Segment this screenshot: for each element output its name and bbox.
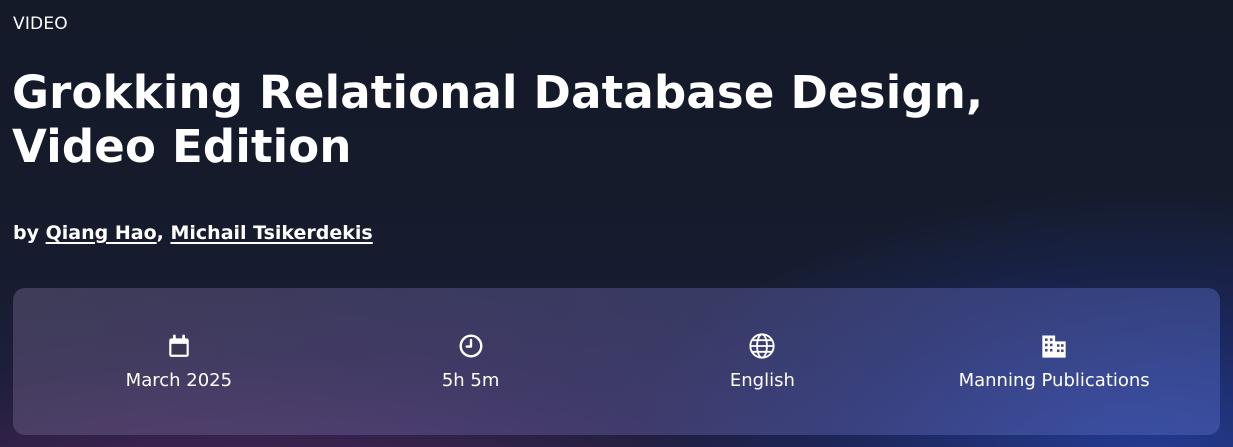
- author-separator: ,: [156, 222, 164, 244]
- meta-duration-label: 5h 5m: [441, 370, 500, 391]
- meta-item-language: English: [632, 332, 892, 391]
- globe-icon: [748, 332, 776, 360]
- meta-item-date: March 2025: [49, 332, 309, 391]
- page-title: Grokking Relational Database Design, Vid…: [12, 66, 984, 173]
- author-link-michail-tsikerdekis[interactable]: Michail Tsikerdekis: [170, 222, 372, 244]
- calendar-icon: [165, 332, 193, 360]
- building-icon: [1040, 332, 1068, 360]
- author-link-qiang-hao[interactable]: Qiang Hao: [46, 222, 157, 244]
- meta-item-duration: 5h 5m: [341, 332, 601, 391]
- meta-language-label: English: [729, 370, 795, 391]
- clock-icon: [457, 332, 485, 360]
- kicker-label: VIDEO: [13, 14, 68, 34]
- meta-date-label: March 2025: [125, 370, 233, 391]
- meta-publisher-label: Manning Publications: [958, 370, 1150, 391]
- meta-item-publisher: Manning Publications: [924, 332, 1184, 391]
- meta-panel: March 2025 5h 5m English Manning Publica…: [13, 288, 1220, 435]
- byline-prefix: by: [13, 222, 39, 244]
- byline: by Qiang Hao, Michail Tsikerdekis: [13, 222, 373, 244]
